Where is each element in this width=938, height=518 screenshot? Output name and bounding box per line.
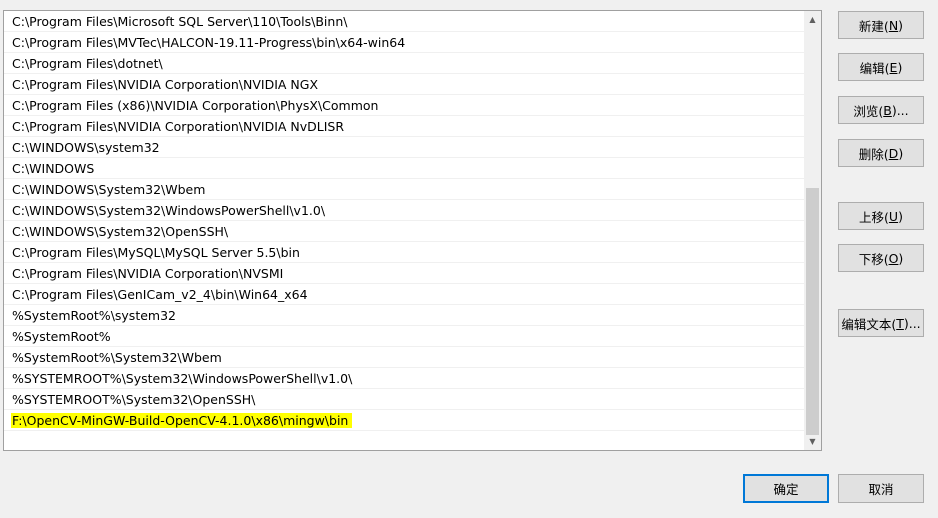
delete-button-key: D [888, 145, 899, 161]
path-text: C:\Program Files\MySQL\MySQL Server 5.5\… [12, 245, 300, 260]
path-text: C:\Program Files\dotnet\ [12, 56, 163, 71]
list-item[interactable]: C:\Program Files\NVIDIA Corporation\NVSM… [4, 263, 804, 284]
edit-text-button-key: T [896, 315, 904, 331]
scroll-down-icon[interactable]: ▼ [804, 433, 821, 450]
list-item[interactable]: C:\Program Files (x86)\NVIDIA Corporatio… [4, 95, 804, 116]
path-listbox[interactable]: C:\Program Files\Microsoft SQL Server\11… [3, 10, 822, 451]
list-item[interactable]: C:\Program Files\GenICam_v2_4\bin\Win64_… [4, 284, 804, 305]
list-item[interactable]: C:\Program Files\MySQL\MySQL Server 5.5\… [4, 242, 804, 263]
move-down-button-label: 下移( [858, 251, 889, 267]
path-text: C:\Program Files\NVIDIA Corporation\NVID… [12, 119, 345, 134]
path-text: C:\WINDOWS\System32\WindowsPowerShell\v1… [12, 203, 326, 218]
new-button[interactable]: 新建(N) [838, 11, 924, 39]
list-item[interactable]: C:\Program Files\Microsoft SQL Server\11… [4, 11, 804, 32]
new-button-key: N [888, 17, 899, 33]
scroll-up-icon[interactable]: ▲ [804, 11, 821, 28]
path-text: C:\Program Files\NVIDIA Corporation\NVID… [12, 77, 319, 92]
move-up-button-close: ) [898, 208, 903, 224]
path-text: C:\WINDOWS\System32\Wbem [12, 182, 206, 197]
list-item[interactable]: C:\WINDOWS\System32\OpenSSH\ [4, 221, 804, 242]
scroll-thumb[interactable] [806, 188, 819, 435]
path-text: %SYSTEMROOT%\System32\WindowsPowerShell\… [12, 371, 353, 386]
path-text: C:\Program Files\Microsoft SQL Server\11… [12, 14, 348, 29]
edit-button-key: E [889, 59, 898, 75]
list-item[interactable]: %SystemRoot%\system32 [4, 305, 804, 326]
path-text: %SystemRoot%\system32 [12, 308, 176, 323]
list-item[interactable]: C:\Program Files\NVIDIA Corporation\NVID… [4, 74, 804, 95]
selected-list-item[interactable]: F:\OpenCV-MinGW-Build-OpenCV-4.1.0\x86\m… [4, 410, 804, 431]
vertical-scrollbar[interactable]: ▲ ▼ [804, 11, 821, 450]
path-text: C:\Program Files\GenICam_v2_4\bin\Win64_… [12, 287, 308, 302]
delete-button[interactable]: 删除(D) [838, 139, 924, 167]
new-button-close: ) [898, 17, 904, 33]
move-up-button-label: 上移( [859, 209, 889, 225]
path-text: C:\WINDOWS\system32 [12, 140, 160, 155]
edit-text-button[interactable]: 编辑文本(T)... [838, 309, 924, 337]
path-text: %SystemRoot%\System32\Wbem [12, 350, 222, 365]
list-item[interactable]: C:\WINDOWS\system32 [4, 137, 804, 158]
path-text: %SystemRoot% [12, 329, 111, 344]
path-rows: C:\Program Files\Microsoft SQL Server\11… [4, 11, 804, 450]
move-up-button[interactable]: 上移(U) [838, 202, 924, 230]
path-text: C:\Program Files\NVIDIA Corporation\NVSM… [12, 266, 284, 281]
new-button-label: 新建( [858, 18, 889, 34]
edit-button-label: 编辑( [859, 60, 890, 76]
path-text: C:\Program Files\MVTec\HALCON-19.11-Prog… [12, 35, 406, 50]
delete-button-close: ) [898, 145, 904, 161]
move-down-button-key: O [888, 250, 899, 266]
cancel-button[interactable]: 取消 [838, 474, 924, 503]
list-item[interactable]: %SystemRoot% [4, 326, 804, 347]
path-text: C:\WINDOWS\System32\OpenSSH\ [12, 224, 229, 239]
list-item[interactable]: %SYSTEMROOT%\System32\OpenSSH\ [4, 389, 804, 410]
list-item[interactable]: C:\WINDOWS [4, 158, 804, 179]
list-item[interactable]: C:\Program Files\MVTec\HALCON-19.11-Prog… [4, 32, 804, 53]
delete-button-label: 删除( [858, 146, 889, 162]
browse-button-key: B [883, 102, 892, 118]
list-item[interactable]: C:\Program Files\dotnet\ [4, 53, 804, 74]
edit-text-button-close: )... [903, 315, 921, 331]
list-item[interactable]: C:\Program Files\NVIDIA Corporation\NVID… [4, 116, 804, 137]
list-item[interactable]: %SystemRoot%\System32\Wbem [4, 347, 804, 368]
edit-button-close: ) [897, 59, 903, 75]
edit-text-button-label: 编辑文本( [841, 316, 897, 332]
move-down-button-close: ) [898, 250, 904, 266]
list-item[interactable]: C:\WINDOWS\System32\WindowsPowerShell\v1… [4, 200, 804, 221]
ok-button[interactable]: 确定 [743, 474, 829, 503]
list-item[interactable]: C:\WINDOWS\System32\Wbem [4, 179, 804, 200]
path-text: F:\OpenCV-MinGW-Build-OpenCV-4.1.0\x86\m… [11, 413, 353, 428]
path-text: C:\WINDOWS [12, 161, 95, 176]
browse-button[interactable]: 浏览(B)... [838, 96, 924, 124]
path-text: %SYSTEMROOT%\System32\OpenSSH\ [12, 392, 256, 407]
move-down-button[interactable]: 下移(O) [838, 244, 924, 272]
edit-button[interactable]: 编辑(E) [838, 53, 924, 81]
browse-button-label: 浏览( [853, 103, 884, 119]
move-up-button-key: U [888, 208, 899, 224]
browse-button-close: )... [891, 102, 909, 118]
path-text: C:\Program Files (x86)\NVIDIA Corporatio… [12, 98, 379, 113]
list-item[interactable]: %SYSTEMROOT%\System32\WindowsPowerShell\… [4, 368, 804, 389]
